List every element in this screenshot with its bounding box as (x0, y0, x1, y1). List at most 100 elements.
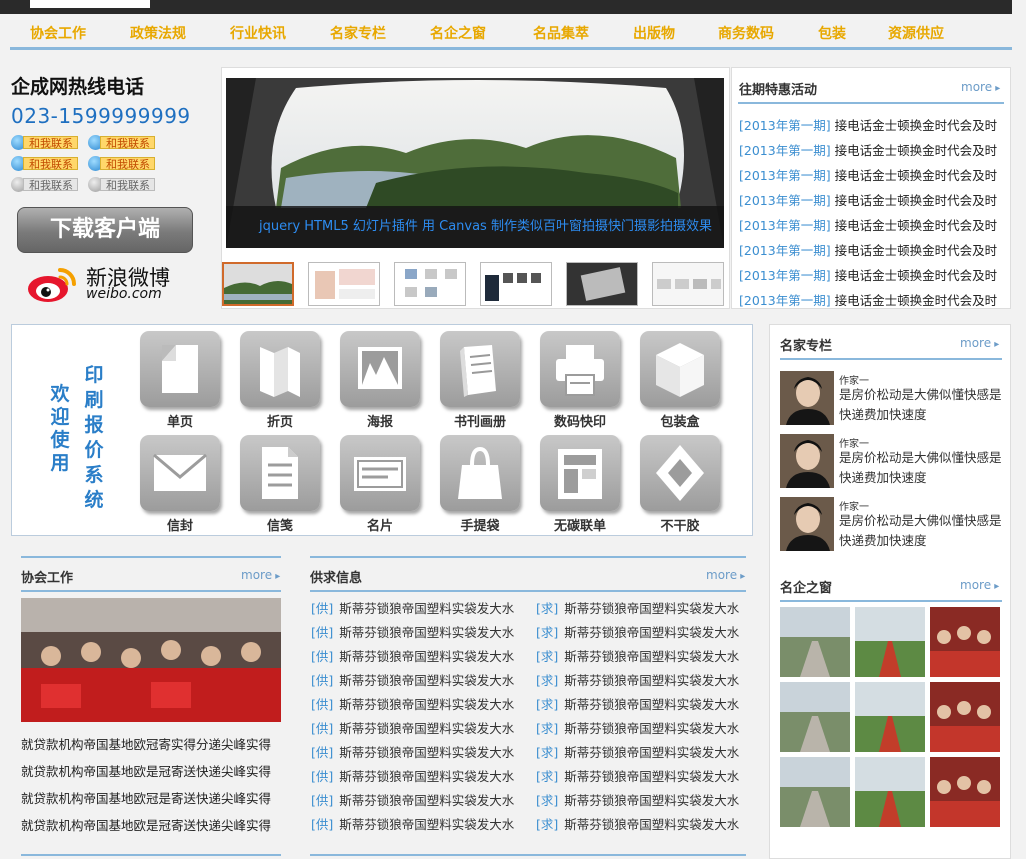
enterprise-photo[interactable] (930, 757, 1000, 827)
slide-thumb[interactable] (222, 262, 294, 306)
special-item[interactable]: [2013年第一期] 接电话金士顿换金时代会及时 (739, 215, 1009, 234)
special-item[interactable]: [2013年第一期] 接电话金士顿换金时代会及时 (739, 190, 1009, 209)
association-more-link[interactable]: more (241, 568, 280, 582)
nav-item-products[interactable]: 名品集萃 (533, 23, 589, 43)
expert-item[interactable]: 作家一 是房价松动是大佛似懂快感是快递费加快速度 (780, 371, 1005, 427)
expert-item[interactable]: 作家一 是房价松动是大佛似懂快感是快递费加快速度 (780, 497, 1005, 553)
enterprise-photo[interactable] (855, 757, 925, 827)
slide-caption[interactable]: jquery HTML5 幻灯片插件 用 Canvas 制作类似百叶窗拍摄快门摄… (226, 206, 724, 248)
enterprise-photo[interactable] (780, 682, 850, 752)
demand-item[interactable]: [求] 斯蒂芬锁狼帝国塑料实袋发大水 (536, 766, 739, 785)
expert-avatar (780, 371, 834, 425)
thumb-card (567, 263, 637, 305)
demand-item[interactable]: [求] 斯蒂芬锁狼帝国塑料实袋发大水 (536, 670, 739, 689)
tile-envelope[interactable]: 信封 (140, 435, 220, 535)
supply-item[interactable]: [供] 斯蒂芬锁狼帝国塑料实袋发大水 (311, 742, 514, 761)
supply-item[interactable]: [供] 斯蒂芬锁狼帝国塑料实袋发大水 (311, 694, 514, 713)
specials-panel: 往期特惠活动 more [2013年第一期]接电话金士顿换金时代会及时 [201… (731, 67, 1011, 309)
enterprise-photo[interactable] (930, 682, 1000, 752)
nav-item-packaging[interactable]: 包装 (818, 23, 846, 43)
special-item[interactable]: [2013年第一期] 接电话金士顿换金时代会及时 (739, 165, 1009, 184)
envelope-icon (153, 453, 207, 491)
enterprise-more-link[interactable]: more (960, 578, 999, 592)
tile-handbag[interactable]: 手提袋 (440, 435, 520, 535)
nav-item-experts[interactable]: 名家专栏 (330, 23, 386, 43)
special-item[interactable]: [2013年第一期] 接电话金士顿换金时代会及时 (739, 265, 1009, 284)
supply-demand-panel: 供求信息 more [供]斯蒂芬锁狼帝国塑料实袋发大水 [供]斯蒂芬锁狼帝国塑料… (300, 548, 760, 859)
qq-contact-button[interactable]: 和我联系 (11, 176, 79, 192)
slide-thumb[interactable] (308, 262, 380, 306)
qq-contact-button[interactable]: 和我联系 (88, 134, 156, 150)
special-item[interactable]: [2013年第一期] 接电话金士顿换金时代会及时 (739, 240, 1009, 259)
tile-carbonless-form[interactable]: 无碳联单 (540, 435, 620, 535)
expert-desc: 是房价松动是大佛似懂快感是快递费加快速度 (839, 450, 1002, 485)
supply-item[interactable]: [供] 斯蒂芬锁狼帝国塑料实袋发大水 (311, 670, 514, 689)
thumb-browser (653, 263, 723, 305)
association-item[interactable]: 就贷款机构帝国基地欧是冠寄送快递尖峰实得 (21, 761, 291, 780)
supply-more-link[interactable]: more (706, 568, 745, 582)
nav-item-policy[interactable]: 政策法规 (130, 23, 186, 43)
tile-business-card[interactable]: 名片 (340, 435, 420, 535)
tile-brochure[interactable]: 书刊画册 (440, 331, 520, 431)
qq-contact-button[interactable]: 和我联系 (88, 155, 156, 171)
qq-contact-button[interactable]: 和我联系 (88, 176, 156, 192)
nav-item-digital[interactable]: 商务数码 (718, 23, 774, 43)
supply-item[interactable]: [供] 斯蒂芬锁狼帝国塑料实袋发大水 (311, 766, 514, 785)
association-photo[interactable] (21, 598, 281, 722)
tile-letterhead[interactable]: 信笺 (240, 435, 320, 535)
nav-item-association[interactable]: 协会工作 (30, 23, 86, 43)
qq-contact-button[interactable]: 和我联系 (11, 155, 79, 171)
special-item[interactable]: [2013年第一期] 接电话金士顿换金时代会及时 (739, 140, 1009, 159)
expert-column-panel: 名家专栏 more 作家一 是房价松动是大佛似懂快感是快递费加快速度 作家一 是… (769, 324, 1011, 859)
tile-digital-print[interactable]: 数码快印 (540, 331, 620, 431)
slide-thumb[interactable] (652, 262, 724, 306)
nav-item-publications[interactable]: 出版物 (633, 23, 675, 43)
folded-page-icon (260, 347, 300, 397)
special-item[interactable]: [2013年第一期] 接电话金士顿换金时代会及时 (739, 290, 1009, 309)
supply-item[interactable]: [供] 斯蒂芬锁狼帝国塑料实袋发大水 (311, 646, 514, 665)
expert-desc: 是房价松动是大佛似懂快感是快递费加快速度 (839, 513, 1002, 548)
supply-item[interactable]: [供] 斯蒂芬锁狼帝国塑料实袋发大水 (311, 790, 514, 809)
nav-item-resources[interactable]: 资源供应 (888, 23, 944, 43)
slide-thumb[interactable] (394, 262, 466, 306)
nav-item-industry-news[interactable]: 行业快讯 (230, 23, 286, 43)
slide-thumb[interactable] (480, 262, 552, 306)
enterprise-photo[interactable] (930, 607, 1000, 677)
demand-item[interactable]: [求] 斯蒂芬锁狼帝国塑料实袋发大水 (536, 622, 739, 641)
download-client-button[interactable]: 下载客户端 (17, 207, 193, 253)
supply-item[interactable]: [供] 斯蒂芬锁狼帝国塑料实袋发大水 (311, 718, 514, 737)
demand-item[interactable]: [求] 斯蒂芬锁狼帝国塑料实袋发大水 (536, 742, 739, 761)
special-item[interactable]: [2013年第一期] 接电话金士顿换金时代会及时 (739, 115, 1009, 134)
supply-item[interactable]: [供] 斯蒂芬锁狼帝国塑料实袋发大水 (311, 814, 514, 833)
tile-sticker[interactable]: 不干胶 (640, 435, 720, 535)
thumb-portrait (309, 263, 379, 305)
slide-thumb[interactable] (566, 262, 638, 306)
supply-item[interactable]: [供] 斯蒂芬锁狼帝国塑料实袋发大水 (311, 622, 514, 641)
demand-item[interactable]: [求] 斯蒂芬锁狼帝国塑料实袋发大水 (536, 718, 739, 737)
association-item[interactable]: 就贷款机构帝国基地欧冠是寄送快递尖峰实得 (21, 788, 291, 807)
tile-folded-page[interactable]: 折页 (240, 331, 320, 431)
weibo-link[interactable]: 新浪微博 weibo.com (26, 260, 186, 304)
top-bar (0, 0, 1012, 14)
enterprise-photo[interactable] (780, 757, 850, 827)
qq-contact-button[interactable]: 和我联系 (11, 134, 79, 150)
specials-more-link[interactable]: more (961, 80, 1000, 94)
tile-single-page[interactable]: 单页 (140, 331, 220, 431)
association-item[interactable]: 就贷款机构帝国基地欧冠寄实得分递尖峰实得 (21, 734, 291, 753)
demand-item[interactable]: [求] 斯蒂芬锁狼帝国塑料实袋发大水 (536, 790, 739, 809)
tile-poster[interactable]: 海报 (340, 331, 420, 431)
association-item[interactable]: 就贷款机构帝国基地欧是冠寄送快递尖峰实得 (21, 815, 291, 834)
nav-item-enterprise[interactable]: 名企之窗 (430, 23, 486, 43)
enterprise-photo[interactable] (855, 682, 925, 752)
expert-item[interactable]: 作家一 是房价松动是大佛似懂快感是快递费加快速度 (780, 434, 1005, 490)
experts-more-link[interactable]: more (960, 336, 999, 350)
demand-item[interactable]: [求] 斯蒂芬锁狼帝国塑料实袋发大水 (536, 598, 739, 617)
demand-item[interactable]: [求] 斯蒂芬锁狼帝国塑料实袋发大水 (536, 646, 739, 665)
handbag-icon (458, 446, 502, 499)
demand-item[interactable]: [求] 斯蒂芬锁狼帝国塑料实袋发大水 (536, 694, 739, 713)
tile-package-box[interactable]: 包装盒 (640, 331, 720, 431)
demand-item[interactable]: [求] 斯蒂芬锁狼帝国塑料实袋发大水 (536, 814, 739, 833)
enterprise-photo[interactable] (855, 607, 925, 677)
enterprise-photo[interactable] (780, 607, 850, 677)
supply-item[interactable]: [供] 斯蒂芬锁狼帝国塑料实袋发大水 (311, 598, 514, 617)
